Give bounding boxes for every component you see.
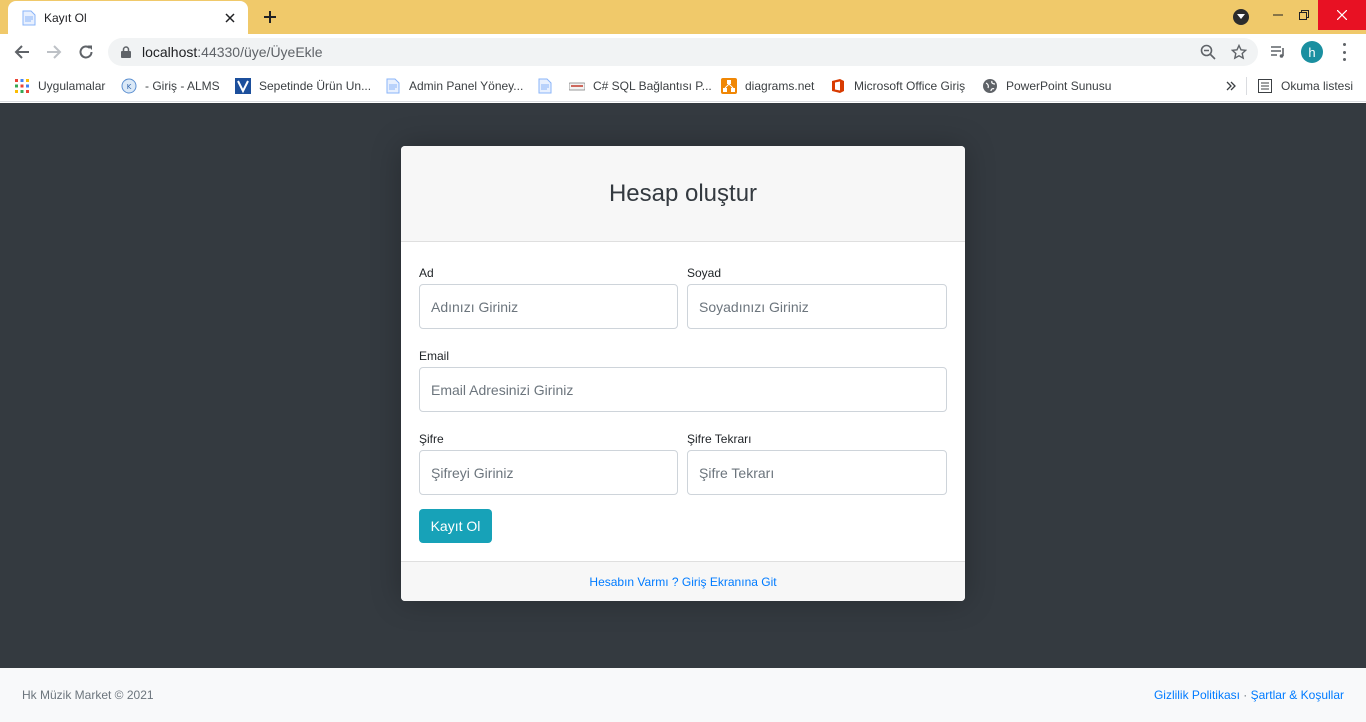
bookmarks-overflow-icon[interactable]	[1226, 77, 1236, 95]
page-icon	[22, 10, 36, 26]
back-button[interactable]	[10, 40, 34, 64]
keyboard-icon	[569, 78, 585, 94]
register-form: Ad Soyad Email Şifre Şifre Tekrarı Kayıt…	[401, 242, 965, 561]
lock-icon[interactable]	[120, 45, 132, 59]
bookmark-diagrams[interactable]: diagrams.net	[721, 77, 814, 95]
sifre-tekrar-label: Şifre Tekrarı	[687, 432, 752, 446]
email-input[interactable]	[419, 367, 947, 412]
bookmark-star-icon[interactable]	[1231, 44, 1247, 60]
sifre-tekrar-input[interactable]	[687, 450, 947, 495]
sifre-label: Şifre	[419, 432, 444, 446]
bookmark-office[interactable]: Microsoft Office Giriş	[830, 77, 965, 95]
ad-input[interactable]	[419, 284, 678, 329]
register-card: Hesap oluştur Ad Soyad Email Şifre Şifre…	[401, 146, 965, 601]
soyad-input[interactable]	[687, 284, 947, 329]
window-close-button[interactable]	[1318, 0, 1366, 30]
bookmark-apps[interactable]: Uygulamalar	[14, 77, 105, 95]
zoom-icon[interactable]	[1200, 44, 1216, 60]
card-footer: Hesabın Varmı ? Giriş Ekranına Git	[401, 561, 965, 601]
restore-button[interactable]	[1290, 0, 1318, 30]
tab-title: Kayıt Ol	[44, 10, 87, 25]
diagrams-icon	[721, 78, 737, 94]
bookmarks-bar: Uygulamalar K - Giriş - ALMS Sepetinde Ü…	[0, 70, 1366, 102]
bookmark-sepetinde[interactable]: Sepetinde Ürün Un...	[235, 77, 371, 95]
bookmark-alms[interactable]: K - Giriş - ALMS	[121, 77, 220, 95]
site-footer: Hk Müzik Market © 2021 Gizlilik Politika…	[0, 668, 1366, 722]
new-tab-button[interactable]	[258, 6, 282, 28]
bookmark-page[interactable]	[537, 77, 561, 95]
card-header: Hesap oluştur	[401, 146, 965, 242]
profile-avatar[interactable]: h	[1301, 41, 1323, 63]
browser-toolbar: localhost:44330/üye/ÜyeEkle h	[0, 34, 1366, 70]
url-text: localhost:44330/üye/ÜyeEkle	[142, 44, 323, 60]
reading-list-button[interactable]: Okuma listesi	[1257, 77, 1353, 95]
v-logo-icon	[235, 78, 251, 94]
media-control-icon[interactable]	[1270, 44, 1286, 60]
page-title: Hesap oluştur	[608, 179, 758, 207]
bookmark-powerpoint[interactable]: PowerPoint Sunusu	[982, 77, 1111, 95]
email-label: Email	[419, 349, 450, 363]
tab-search-icon[interactable]	[1233, 9, 1249, 25]
minimize-button[interactable]	[1264, 0, 1292, 30]
office-icon	[830, 78, 846, 94]
page-icon	[385, 78, 401, 94]
tab-active[interactable]: Kayıt Ol	[8, 1, 248, 34]
copyright-text: Hk Müzik Market © 2021	[22, 688, 154, 702]
privacy-link[interactable]: Gizlilik Politikası	[1154, 688, 1240, 702]
page-icon	[537, 78, 553, 94]
login-link[interactable]: Hesabın Varmı ? Giriş Ekranına Git	[589, 575, 776, 589]
reload-button[interactable]	[74, 40, 98, 64]
terms-link[interactable]: Şartlar & Koşullar	[1251, 688, 1344, 702]
svg-text:K: K	[127, 83, 132, 91]
forward-button[interactable]	[42, 40, 66, 64]
bookmark-csharp-sql[interactable]: C# SQL Bağlantısı P...	[569, 77, 712, 95]
footer-separator: ·	[1239, 688, 1251, 702]
alms-icon: K	[121, 78, 137, 94]
bookmark-admin-panel[interactable]: Admin Panel Yöney...	[385, 77, 523, 95]
close-icon[interactable]	[222, 10, 238, 26]
address-bar[interactable]: localhost:44330/üye/ÜyeEkle	[108, 38, 1258, 66]
divider	[1246, 77, 1247, 95]
ad-label: Ad	[419, 266, 434, 280]
browser-menu-icon[interactable]	[1338, 43, 1350, 61]
soyad-label: Soyad	[687, 266, 722, 280]
footer-links: Gizlilik Politikası · Şartlar & Koşullar	[1154, 688, 1344, 702]
reading-list-icon	[1257, 78, 1273, 94]
apps-grid-icon	[14, 78, 30, 94]
globe-icon	[982, 78, 998, 94]
tab-strip: Kayıt Ol	[0, 0, 1366, 34]
sifre-input[interactable]	[419, 450, 678, 495]
kayit-ol-button[interactable]: Kayıt Ol	[419, 509, 492, 543]
